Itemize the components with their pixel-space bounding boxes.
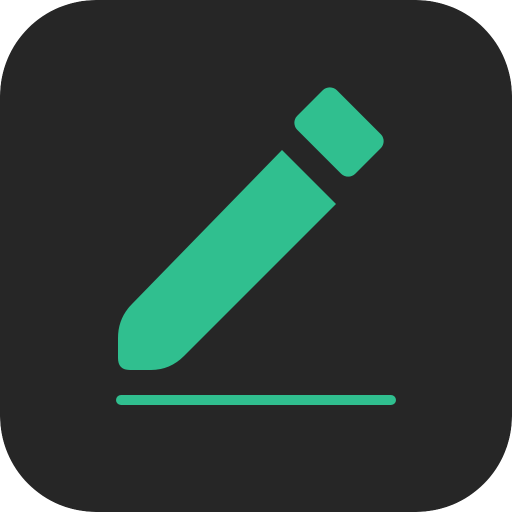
app-icon-canvas <box>0 0 512 512</box>
edit-pencil-icon <box>0 0 512 512</box>
app-icon[interactable] <box>0 0 512 512</box>
baseline-icon <box>116 395 396 405</box>
